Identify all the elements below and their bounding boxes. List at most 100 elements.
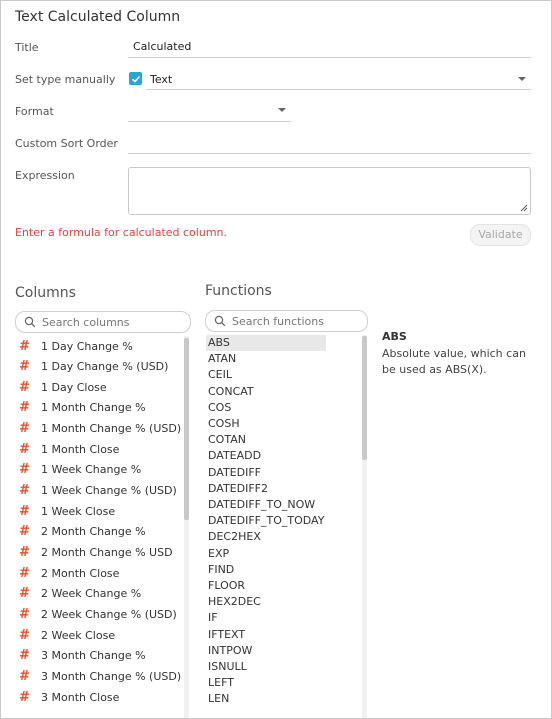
function-list-item[interactable]: ABS <box>206 335 326 351</box>
function-list-item[interactable]: DATEDIFF_TO_NOW <box>206 497 326 513</box>
function-detail-title: ABS <box>382 330 407 343</box>
function-list-item[interactable]: DATEDIFF2 <box>206 481 326 497</box>
calculated-column-dialog: Text Calculated Column Title Calculated … <box>0 0 552 719</box>
type-select[interactable]: Text <box>146 69 531 90</box>
function-list-item[interactable]: IF <box>206 610 326 626</box>
numeric-column-icon: # <box>19 648 30 664</box>
expression-label: Expression <box>15 169 75 182</box>
function-list-item[interactable]: LEN <box>206 691 326 707</box>
functions-heading: Functions <box>205 283 272 299</box>
format-select[interactable] <box>128 101 291 122</box>
numeric-column-icon: # <box>19 606 30 622</box>
expression-textarea[interactable] <box>128 167 531 215</box>
column-search-input[interactable]: Search columns <box>15 311 191 333</box>
title-input[interactable]: Calculated <box>128 37 531 58</box>
column-name: 2 Week Close <box>41 628 116 642</box>
chevron-down-icon <box>518 77 526 81</box>
function-list-item[interactable]: COSH <box>206 416 326 432</box>
column-name: 2 Month Change % <box>41 525 146 539</box>
title-value: Calculated <box>133 40 192 53</box>
functions-scrollbar[interactable] <box>362 335 367 718</box>
column-name: 1 Day Change % (USD) <box>41 360 169 374</box>
numeric-column-icon: # <box>19 483 30 499</box>
chevron-down-icon <box>278 108 286 112</box>
check-icon <box>131 75 140 83</box>
column-list-item[interactable]: #3 Month Change % (USD) <box>19 666 181 686</box>
column-list-item[interactable]: #2 Week Close <box>19 625 115 645</box>
search-icon <box>24 316 36 328</box>
function-detail-description: Absolute value, which can be used as ABS… <box>382 347 526 376</box>
columns-scrollbar[interactable] <box>184 336 189 718</box>
function-list-item[interactable]: LEFT <box>206 675 326 691</box>
dialog-title: Text Calculated Column <box>15 9 181 25</box>
column-list-item[interactable]: #1 Month Change % <box>19 398 146 418</box>
column-name: 2 Week Change % <box>41 587 142 601</box>
column-name: 1 Week Close <box>41 504 116 518</box>
format-label: Format <box>15 105 54 118</box>
numeric-column-icon: # <box>19 421 30 437</box>
numeric-column-icon: # <box>19 441 30 457</box>
validate-button[interactable]: Validate <box>470 224 531 246</box>
column-list-item[interactable]: #3 Month Change % <box>19 646 146 666</box>
column-list-item[interactable]: #2 Week Change % <box>19 584 141 604</box>
function-list-item[interactable]: EXP <box>206 546 326 562</box>
function-list-item[interactable]: CEIL <box>206 367 326 383</box>
sort-order-input[interactable] <box>128 133 531 154</box>
function-list-item[interactable]: CONCAT <box>206 384 326 400</box>
column-list-item[interactable]: #1 Week Change % <box>19 460 141 480</box>
column-name: 1 Week Change % <box>41 463 142 477</box>
column-name: 2 Week Change % (USD) <box>41 607 177 621</box>
type-value: Text <box>150 73 173 86</box>
column-name: 1 Week Change % (USD) <box>41 484 177 498</box>
column-name: 1 Day Close <box>41 380 107 394</box>
numeric-column-icon: # <box>19 379 30 395</box>
set-type-checkbox[interactable] <box>129 72 142 85</box>
column-list-item[interactable]: #2 Week Change % (USD) <box>19 604 177 624</box>
function-list-item[interactable]: INTPOW <box>206 643 326 659</box>
column-list-item[interactable]: #3 Month Close <box>19 687 119 707</box>
columns-scrollbar-thumb[interactable] <box>184 338 189 520</box>
column-list-item[interactable]: #1 Day Change % <box>19 336 133 356</box>
function-list-item[interactable]: DEC2HEX <box>206 529 326 545</box>
function-list-item[interactable]: DATEDIFF_TO_TODAY <box>206 513 326 529</box>
function-list-item[interactable]: HEX2DEC <box>206 594 326 610</box>
function-list-item[interactable]: ATAN <box>206 351 326 367</box>
function-list-item[interactable]: IFTEXT <box>206 627 326 643</box>
function-search-input[interactable]: Search functions <box>205 310 368 332</box>
set-type-label: Set type manually <box>15 73 116 86</box>
column-name: 3 Month Change % (USD) <box>41 669 182 683</box>
numeric-column-icon: # <box>19 400 30 416</box>
column-list-item[interactable]: #1 Month Change % (USD) <box>19 419 181 439</box>
column-list-item[interactable]: #1 Day Close <box>19 377 107 397</box>
column-name: 3 Month Change % <box>41 649 146 663</box>
function-list-item[interactable]: FLOOR <box>206 578 326 594</box>
column-list-item[interactable]: #1 Week Change % (USD) <box>19 481 177 501</box>
title-label: Title <box>15 41 39 54</box>
column-name: 1 Month Change % (USD) <box>41 422 182 436</box>
function-list-item[interactable]: DATEDIFF <box>206 465 326 481</box>
function-list-item[interactable]: COTAN <box>206 432 326 448</box>
numeric-column-icon: # <box>19 586 30 602</box>
numeric-column-icon: # <box>19 627 30 643</box>
numeric-column-icon: # <box>19 565 30 581</box>
numeric-column-icon: # <box>19 462 30 478</box>
numeric-column-icon: # <box>19 338 30 354</box>
column-list-item[interactable]: #1 Month Close <box>19 439 119 459</box>
error-message: Enter a formula for calculated column. <box>15 226 228 239</box>
column-list-item[interactable]: #2 Month Close <box>19 563 119 583</box>
numeric-column-icon: # <box>19 689 30 705</box>
resize-handle-icon[interactable] <box>520 204 528 212</box>
column-list-item[interactable]: #1 Week Close <box>19 501 115 521</box>
column-list-item[interactable]: #1 Day Change % (USD) <box>19 357 168 377</box>
function-list-item[interactable]: COS <box>206 400 326 416</box>
numeric-column-icon: # <box>19 503 30 519</box>
numeric-column-icon: # <box>19 668 30 684</box>
functions-scrollbar-thumb[interactable] <box>362 336 367 460</box>
column-list-item[interactable]: #2 Month Change % <box>19 522 146 542</box>
function-list-item[interactable]: DATEADD <box>206 448 326 464</box>
function-list-item[interactable]: ISNULL <box>206 659 326 675</box>
column-list-item[interactable]: #2 Month Change % USD <box>19 543 173 563</box>
function-list-item[interactable]: FIND <box>206 562 326 578</box>
column-name: 2 Month Change % USD <box>41 546 173 559</box>
columns-heading: Columns <box>15 285 76 301</box>
